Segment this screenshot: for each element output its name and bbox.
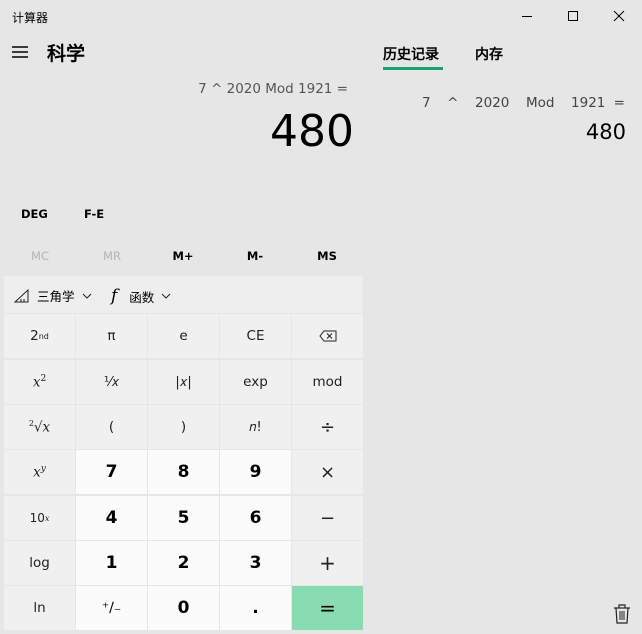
memory-add-button[interactable]: M+	[147, 249, 219, 263]
decimal-button[interactable]: .	[220, 586, 291, 630]
function-label: 函数	[129, 289, 155, 305]
triangle-ruler-icon	[14, 288, 29, 302]
multiply-button[interactable]: ×	[292, 450, 363, 494]
add-button[interactable]: +	[292, 541, 363, 585]
memory-recall-button[interactable]: MR	[76, 249, 148, 263]
function-f-icon: f	[111, 286, 118, 306]
factorial-button[interactable]: 𝑛!	[220, 405, 291, 449]
minimize-button[interactable]	[504, 0, 550, 32]
function-dropdown[interactable]: f 函数	[111, 286, 171, 306]
history-result[interactable]: 480	[586, 120, 626, 144]
x-exponent-icon: x	[44, 513, 50, 523]
power-button[interactable]: xy	[4, 450, 75, 494]
hamburger-icon	[12, 46, 28, 58]
title-bar: 计算器	[0, 0, 642, 32]
trigonometry-label: 三角学	[37, 289, 75, 304]
app-title: 计算器	[12, 11, 49, 25]
digit-9-button[interactable]: 9	[220, 450, 291, 494]
memory-subtract-button[interactable]: M-	[219, 249, 291, 263]
equals-button[interactable]: =	[292, 586, 363, 630]
negate-button[interactable]: ⁺∕₋	[76, 586, 147, 630]
digit-1-button[interactable]: 1	[76, 541, 147, 585]
second-function-button[interactable]: 2nd	[4, 314, 75, 358]
digit-7-button[interactable]: 7	[76, 450, 147, 494]
digit-2-button[interactable]: 2	[148, 541, 219, 585]
square-root-icon: 2√x	[28, 418, 51, 436]
expression-display: 7 ^ 2020 Mod 1921 =	[198, 81, 348, 97]
digit-8-button[interactable]: 8	[148, 450, 219, 494]
maximize-button[interactable]	[550, 0, 596, 32]
active-tab-indicator	[383, 67, 443, 70]
square-button[interactable]: x2	[4, 360, 75, 404]
backspace-button[interactable]	[292, 314, 363, 358]
x-squared-icon: x2	[32, 373, 47, 391]
absolute-value-button[interactable]: |𝑥|	[148, 360, 219, 404]
clear-entry-button[interactable]: CE	[220, 314, 291, 358]
close-icon	[613, 10, 625, 22]
subtract-button[interactable]: −	[292, 496, 363, 540]
mod-button[interactable]: mod	[292, 360, 363, 404]
trigonometry-dropdown[interactable]: 三角学	[14, 286, 92, 305]
memory-store-button[interactable]: MS	[291, 249, 363, 263]
right-paren-button[interactable]: )	[148, 405, 219, 449]
trash-icon	[614, 604, 630, 624]
history-expression[interactable]: 7 ^ 2020 Mod 1921 =	[422, 95, 625, 111]
digit-3-button[interactable]: 3	[220, 541, 291, 585]
digit-5-button[interactable]: 5	[148, 496, 219, 540]
chevron-down-icon	[82, 293, 91, 299]
backspace-icon	[318, 330, 336, 342]
divide-button[interactable]: ÷	[292, 405, 363, 449]
digit-0-button[interactable]: 0	[148, 586, 219, 630]
mode-title: 科学	[47, 43, 86, 65]
tab-memory[interactable]: 内存	[475, 44, 503, 64]
fe-button[interactable]: F-E	[84, 207, 104, 221]
menu-button[interactable]	[6, 38, 34, 66]
chevron-down-icon	[161, 293, 171, 299]
angle-mode-button[interactable]: DEG	[21, 207, 48, 221]
exp-button[interactable]: exp	[220, 360, 291, 404]
result-display: 480	[270, 106, 354, 157]
digit-4-button[interactable]: 4	[76, 496, 147, 540]
log-button[interactable]: log	[4, 541, 75, 585]
e-button[interactable]: e	[148, 314, 219, 358]
ln-button[interactable]: ln	[4, 586, 75, 630]
left-paren-button[interactable]: (	[76, 405, 147, 449]
ten-power-button[interactable]: 10 x	[4, 496, 75, 540]
minimize-icon	[522, 16, 532, 17]
reciprocal-button[interactable]: ⅟𝑥	[76, 360, 147, 404]
tab-history[interactable]: 历史记录	[383, 44, 439, 64]
x-power-y-icon: xy	[33, 463, 46, 481]
function-row: 三角学 f 函数	[4, 276, 363, 313]
digit-6-button[interactable]: 6	[220, 496, 291, 540]
clear-history-button[interactable]	[612, 603, 632, 625]
pi-button[interactable]: π	[76, 314, 147, 358]
maximize-icon	[568, 11, 578, 21]
close-button[interactable]	[596, 0, 642, 32]
square-root-button[interactable]: 2√x	[4, 405, 75, 449]
memory-clear-button[interactable]: MC	[4, 249, 76, 263]
